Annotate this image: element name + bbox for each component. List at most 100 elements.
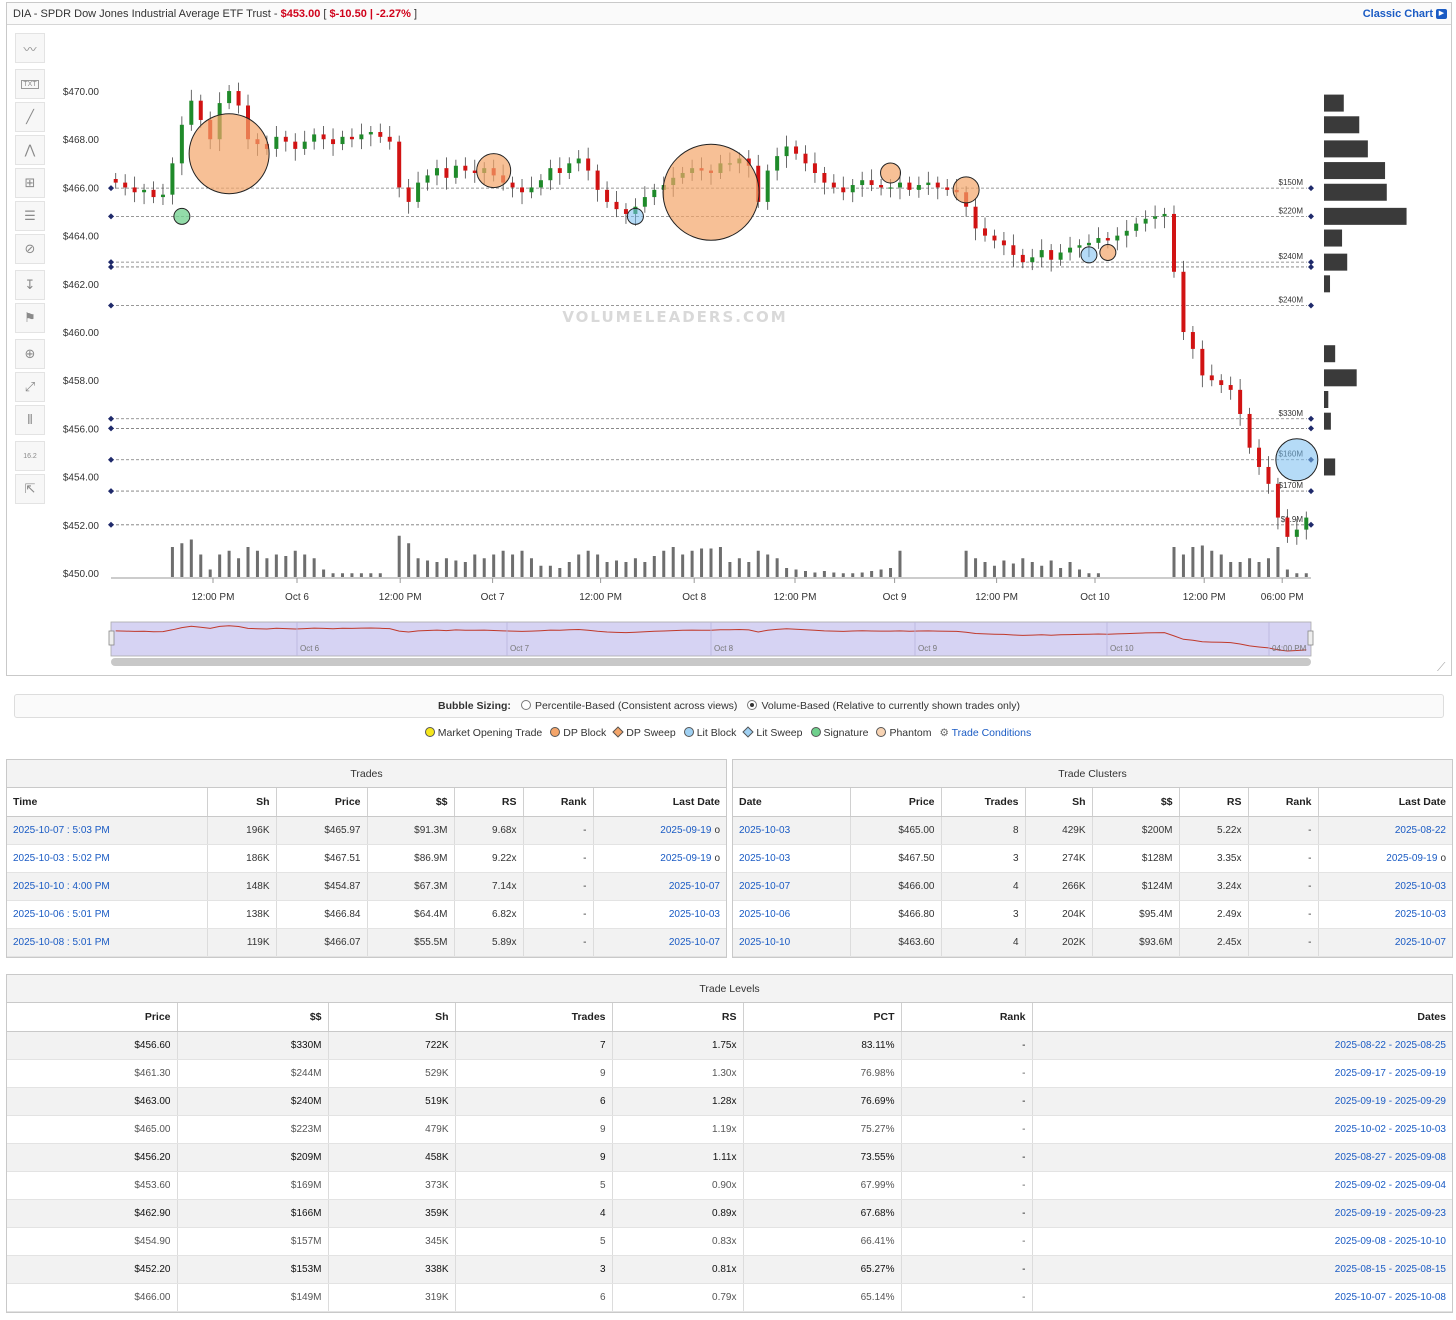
column-header[interactable]: RS — [1179, 788, 1249, 817]
column-header[interactable]: $$ — [177, 1003, 329, 1032]
column-header[interactable]: RS — [612, 1003, 744, 1032]
column-header[interactable]: Trades — [455, 1003, 613, 1032]
column-header[interactable]: Last Date — [1318, 788, 1452, 817]
cell-link[interactable]: 2025-10-10 : 4:00 PM — [7, 872, 208, 901]
table-cell: 3.24x — [1179, 872, 1249, 901]
table-row[interactable]: 2025-10-08 : 5:01 PM 119K $466.07 $55.5M 5.8… — [7, 928, 726, 957]
cell-link[interactable]: 2025-10-07 : 5:03 PM — [7, 816, 208, 845]
table-row[interactable]: 2025-10-10 $463.60 4 202K $93.6M 2.45x -2025-1… — [733, 928, 1452, 957]
table-row[interactable]: $453.60 $169M 373K 5 0.90x 67.99% -2025-09-02 … — [7, 1171, 1452, 1200]
cell-link[interactable]: 2025-10-02 - 2025-10-03 — [1032, 1115, 1452, 1144]
cell-link[interactable]: 2025-10-06 — [733, 900, 851, 929]
table-row[interactable]: $461.30 $244M 529K 9 1.30x 76.98% -2025-09-17 … — [7, 1059, 1452, 1088]
table-cell: 1.28x — [612, 1087, 744, 1116]
column-header[interactable]: Price — [276, 788, 368, 817]
column-header[interactable]: Sh — [1025, 788, 1093, 817]
table-cell: 5 — [455, 1171, 613, 1200]
column-header[interactable]: Dates — [1032, 1003, 1452, 1032]
cell-link[interactable]: 2025-09-19 o — [593, 844, 726, 873]
classic-chart-link[interactable]: Classic Chart — [1363, 8, 1433, 20]
cell-link[interactable]: 2025-09-19 - 2025-09-29 — [1032, 1087, 1452, 1116]
volume-radio[interactable] — [747, 700, 758, 710]
column-header[interactable]: PCT — [743, 1003, 902, 1032]
candle-body — [160, 194, 165, 198]
table-cell: - — [901, 1115, 1033, 1144]
candle-body — [463, 165, 468, 171]
table-row[interactable]: 2025-10-06 : 5:01 PM 138K $466.84 $64.4M 6.8… — [7, 900, 726, 929]
cell-link[interactable]: 2025-09-08 - 2025-10-10 — [1032, 1227, 1452, 1256]
resize-grip-icon[interactable]: ⟋ — [1437, 661, 1449, 673]
cell-link[interactable]: 2025-09-17 - 2025-09-19 — [1032, 1059, 1452, 1088]
table-row[interactable]: 2025-10-03 $465.00 8 429K $200M 5.22x -2025-08… — [733, 816, 1452, 845]
table-row[interactable]: 2025-10-10 : 4:00 PM 148K $454.87 $67.3M 7.1… — [7, 872, 726, 901]
cell-link[interactable]: 2025-08-27 - 2025-09-08 — [1032, 1143, 1452, 1172]
column-header[interactable]: Time — [7, 788, 208, 817]
table-row[interactable]: 2025-10-07 : 5:03 PM 196K $465.97 $91.3M 9.6… — [7, 816, 726, 845]
volume-bar — [983, 562, 987, 577]
table-row[interactable]: $465.00 $223M 479K 9 1.19x 75.27% -2025-10-02 … — [7, 1115, 1452, 1144]
column-header[interactable]: $$ — [1092, 788, 1180, 817]
cell-link[interactable]: 2025-09-02 - 2025-09-04 — [1032, 1171, 1452, 1200]
table-row[interactable]: $454.90 $157M 345K 5 0.83x 66.41% -2025-09-08 … — [7, 1227, 1452, 1256]
cell-link[interactable]: 2025-10-03 — [593, 900, 726, 929]
cell-link[interactable]: 2025-10-07 — [733, 872, 851, 901]
candle-body — [1143, 218, 1148, 224]
cell-link[interactable]: 2025-09-19 o — [1318, 844, 1452, 873]
table-row[interactable]: 2025-10-07 $466.00 4 266K $124M 3.24x -2025-10… — [733, 872, 1452, 901]
cell-link[interactable]: 2025-10-03 — [1318, 900, 1452, 929]
volume-option[interactable]: Volume-Based (Relative to currently show… — [747, 700, 1020, 712]
cell-link[interactable]: 2025-10-03 : 5:02 PM — [7, 844, 208, 873]
percentile-option[interactable]: Percentile-Based (Consistent across view… — [520, 700, 737, 712]
cell-link[interactable]: 2025-10-10 — [733, 928, 851, 957]
volume-bar — [1219, 554, 1223, 577]
table-row[interactable]: 2025-10-03 $467.50 3 274K $128M 3.35x -2025-09… — [733, 844, 1452, 873]
column-header[interactable]: Sh — [207, 788, 277, 817]
table-row[interactable]: $463.00 $240M 519K 6 1.28x 76.69% -2025-09-19 … — [7, 1087, 1452, 1116]
column-header[interactable]: Trades — [941, 788, 1026, 817]
cell-link[interactable]: 2025-10-03 — [733, 844, 851, 873]
cell-link[interactable]: 2025-10-03 — [733, 816, 851, 845]
price-chart[interactable]: VOLUMELEADERS.COM $470.00 $468.00 $466.00 $4… — [7, 25, 1451, 675]
table-row[interactable]: 2025-10-06 $466.80 3 204K $95.4M 2.49x -2025-1… — [733, 900, 1452, 929]
cell-link[interactable]: 2025-10-07 - 2025-10-08 — [1032, 1283, 1452, 1312]
column-header[interactable]: Date — [733, 788, 851, 817]
cell-link[interactable]: 2025-10-07 — [1318, 928, 1452, 957]
table-row[interactable]: $456.60 $330M 722K 7 1.75x 83.11% -2025-08-22 … — [7, 1031, 1452, 1060]
cell-link[interactable]: 2025-10-08 : 5:01 PM — [7, 928, 208, 957]
percentile-radio[interactable] — [520, 700, 531, 710]
legend-item: Lit Sweep — [742, 726, 803, 739]
table-row[interactable]: $456.20 $209M 458K 9 1.11x 73.55% -2025-08-27 … — [7, 1143, 1452, 1172]
cell-link[interactable]: 2025-10-06 : 5:01 PM — [7, 900, 208, 929]
table-row[interactable]: $466.00 $149M 319K 6 0.79x 65.14% -2025-10-07 … — [7, 1283, 1452, 1312]
column-header[interactable]: RS — [454, 788, 524, 817]
volume-bar — [652, 556, 656, 577]
cell-link[interactable]: 2025-09-19 o — [593, 816, 726, 845]
table-cell: $466.00 — [850, 872, 942, 901]
candle-body — [170, 163, 175, 195]
level-marker-right — [1308, 415, 1314, 422]
column-header[interactable]: Price — [7, 1003, 178, 1032]
cell-link[interactable]: 2025-10-07 — [593, 872, 726, 901]
toggle-icon[interactable]: ▶ — [1436, 9, 1447, 19]
column-header[interactable]: Rank — [901, 1003, 1033, 1032]
trade-conditions-link[interactable]: ⚙ Trade Conditions — [939, 727, 1031, 739]
table-row[interactable]: 2025-10-03 : 5:02 PM 186K $467.51 $86.9M 9.2… — [7, 844, 726, 873]
column-header[interactable]: Last Date — [593, 788, 726, 817]
cell-link[interactable]: 2025-08-15 - 2025-08-15 — [1032, 1255, 1452, 1284]
cell-link[interactable]: 2025-10-07 — [593, 928, 726, 957]
table-row[interactable]: $452.20 $153M 338K 3 0.81x 65.27% -2025-08-15 … — [7, 1255, 1452, 1284]
column-header[interactable]: $$ — [367, 788, 455, 817]
column-header[interactable]: Sh — [328, 1003, 456, 1032]
cell-link[interactable]: 2025-09-19 - 2025-09-23 — [1032, 1199, 1452, 1228]
table-row[interactable]: $462.90 $166M 359K 4 0.89x 67.68% -2025-09-19 … — [7, 1199, 1452, 1228]
cell-link[interactable]: 2025-08-22 - 2025-08-25 — [1032, 1031, 1452, 1060]
volume-profile-bar — [1324, 458, 1336, 476]
column-header[interactable]: Rank — [1248, 788, 1319, 817]
cell-link[interactable]: 2025-08-22 — [1318, 816, 1452, 845]
cell-link[interactable]: 2025-10-03 — [1318, 872, 1452, 901]
column-header[interactable]: Price — [850, 788, 942, 817]
table-cell: $467.51 — [276, 844, 368, 873]
table-cell: $467.50 — [850, 844, 942, 873]
table-cell: 138K — [207, 900, 277, 929]
column-header[interactable]: Rank — [523, 788, 594, 817]
